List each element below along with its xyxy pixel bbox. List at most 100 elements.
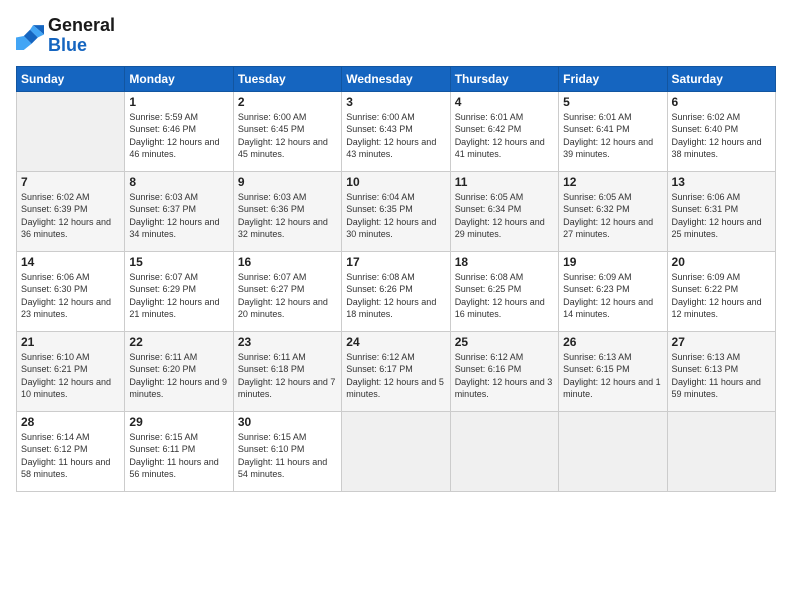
calendar-cell: 26Sunrise: 6:13 AM Sunset: 6:15 PM Dayli… xyxy=(559,331,667,411)
cell-info: Sunrise: 6:15 AM Sunset: 6:11 PM Dayligh… xyxy=(129,431,228,481)
cell-info: Sunrise: 6:03 AM Sunset: 6:37 PM Dayligh… xyxy=(129,191,228,241)
cell-info: Sunrise: 5:59 AM Sunset: 6:46 PM Dayligh… xyxy=(129,111,228,161)
logo: General Blue xyxy=(16,16,115,56)
calendar-cell xyxy=(450,411,558,491)
cell-info: Sunrise: 6:11 AM Sunset: 6:18 PM Dayligh… xyxy=(238,351,337,401)
day-number: 4 xyxy=(455,95,554,109)
calendar-table: SundayMondayTuesdayWednesdayThursdayFrid… xyxy=(16,66,776,492)
weekday-saturday: Saturday xyxy=(667,66,775,91)
cell-info: Sunrise: 6:15 AM Sunset: 6:10 PM Dayligh… xyxy=(238,431,337,481)
day-number: 16 xyxy=(238,255,337,269)
calendar-cell: 30 Sunrise: 6:15 AM Sunset: 6:10 PM Dayli… xyxy=(233,411,341,491)
calendar-cell: 5 Sunrise: 6:01 AM Sunset: 6:41 PM Daylig… xyxy=(559,91,667,171)
weekday-sunday: Sunday xyxy=(17,66,125,91)
day-number: 29 xyxy=(129,415,228,429)
calendar-week-2: 7 Sunrise: 6:02 AM Sunset: 6:39 PM Daylig… xyxy=(17,171,776,251)
cell-info: Sunrise: 6:07 AM Sunset: 6:29 PM Dayligh… xyxy=(129,271,228,321)
day-number: 12 xyxy=(563,175,662,189)
cell-info: Sunrise: 6:10 AM Sunset: 6:21 PM Dayligh… xyxy=(21,351,120,401)
calendar-cell: 24Sunrise: 6:12 AM Sunset: 6:17 PM Dayli… xyxy=(342,331,450,411)
calendar-cell: 13 Sunrise: 6:06 AM Sunset: 6:31 PM Dayli… xyxy=(667,171,775,251)
cell-info: Sunrise: 6:02 AM Sunset: 6:40 PM Dayligh… xyxy=(672,111,771,161)
calendar-week-3: 14 Sunrise: 6:06 AM Sunset: 6:30 PM Dayli… xyxy=(17,251,776,331)
calendar-cell xyxy=(342,411,450,491)
day-number: 1 xyxy=(129,95,228,109)
calendar-cell: 22Sunrise: 6:11 AM Sunset: 6:20 PM Dayli… xyxy=(125,331,233,411)
calendar-cell: 14 Sunrise: 6:06 AM Sunset: 6:30 PM Dayli… xyxy=(17,251,125,331)
day-number: 13 xyxy=(672,175,771,189)
calendar-cell: 9 Sunrise: 6:03 AM Sunset: 6:36 PM Daylig… xyxy=(233,171,341,251)
day-number: 28 xyxy=(21,415,120,429)
calendar-cell: 12 Sunrise: 6:05 AM Sunset: 6:32 PM Dayli… xyxy=(559,171,667,251)
calendar-cell: 29 Sunrise: 6:15 AM Sunset: 6:11 PM Dayli… xyxy=(125,411,233,491)
calendar-cell: 15 Sunrise: 6:07 AM Sunset: 6:29 PM Dayli… xyxy=(125,251,233,331)
calendar-cell: 17Sunrise: 6:08 AM Sunset: 6:26 PM Dayli… xyxy=(342,251,450,331)
cell-info: Sunrise: 6:06 AM Sunset: 6:30 PM Dayligh… xyxy=(21,271,120,321)
logo-icon xyxy=(16,22,44,50)
calendar-cell: 1 Sunrise: 5:59 AM Sunset: 6:46 PM Daylig… xyxy=(125,91,233,171)
calendar-body: 1 Sunrise: 5:59 AM Sunset: 6:46 PM Daylig… xyxy=(17,91,776,491)
day-number: 25 xyxy=(455,335,554,349)
day-number: 9 xyxy=(238,175,337,189)
cell-info: Sunrise: 6:09 AM Sunset: 6:22 PM Dayligh… xyxy=(672,271,771,321)
cell-info: Sunrise: 6:05 AM Sunset: 6:32 PM Dayligh… xyxy=(563,191,662,241)
cell-info: Sunrise: 6:00 AM Sunset: 6:43 PM Dayligh… xyxy=(346,111,445,161)
cell-info: Sunrise: 6:00 AM Sunset: 6:45 PM Dayligh… xyxy=(238,111,337,161)
page-header: General Blue xyxy=(16,16,776,56)
cell-info: Sunrise: 6:13 AM Sunset: 6:15 PM Dayligh… xyxy=(563,351,662,401)
weekday-wednesday: Wednesday xyxy=(342,66,450,91)
weekday-thursday: Thursday xyxy=(450,66,558,91)
day-number: 14 xyxy=(21,255,120,269)
calendar-cell: 25 Sunrise: 6:12 AM Sunset: 6:16 PM Dayli… xyxy=(450,331,558,411)
day-number: 11 xyxy=(455,175,554,189)
calendar-cell: 21 Sunrise: 6:10 AM Sunset: 6:21 PM Dayli… xyxy=(17,331,125,411)
day-number: 21 xyxy=(21,335,120,349)
logo-text: General Blue xyxy=(48,16,115,56)
day-number: 10 xyxy=(346,175,445,189)
calendar-cell: 16 Sunrise: 6:07 AM Sunset: 6:27 PM Dayli… xyxy=(233,251,341,331)
day-number: 18 xyxy=(455,255,554,269)
calendar-cell: 7 Sunrise: 6:02 AM Sunset: 6:39 PM Daylig… xyxy=(17,171,125,251)
calendar-week-4: 21 Sunrise: 6:10 AM Sunset: 6:21 PM Dayli… xyxy=(17,331,776,411)
day-number: 8 xyxy=(129,175,228,189)
cell-info: Sunrise: 6:14 AM Sunset: 6:12 PM Dayligh… xyxy=(21,431,120,481)
cell-info: Sunrise: 6:05 AM Sunset: 6:34 PM Dayligh… xyxy=(455,191,554,241)
cell-info: Sunrise: 6:08 AM Sunset: 6:26 PM Dayligh… xyxy=(346,271,445,321)
day-number: 3 xyxy=(346,95,445,109)
calendar-cell: 23 Sunrise: 6:11 AM Sunset: 6:18 PM Dayli… xyxy=(233,331,341,411)
day-number: 20 xyxy=(672,255,771,269)
cell-info: Sunrise: 6:04 AM Sunset: 6:35 PM Dayligh… xyxy=(346,191,445,241)
calendar-cell: 3 Sunrise: 6:00 AM Sunset: 6:43 PM Daylig… xyxy=(342,91,450,171)
day-number: 7 xyxy=(21,175,120,189)
day-number: 27 xyxy=(672,335,771,349)
calendar-cell: 11 Sunrise: 6:05 AM Sunset: 6:34 PM Dayli… xyxy=(450,171,558,251)
day-number: 19 xyxy=(563,255,662,269)
day-number: 23 xyxy=(238,335,337,349)
cell-info: Sunrise: 6:13 AM Sunset: 6:13 PM Dayligh… xyxy=(672,351,771,401)
calendar-cell: 6 Sunrise: 6:02 AM Sunset: 6:40 PM Daylig… xyxy=(667,91,775,171)
calendar-cell: 10 Sunrise: 6:04 AM Sunset: 6:35 PM Dayli… xyxy=(342,171,450,251)
calendar-cell xyxy=(17,91,125,171)
calendar-cell: 8 Sunrise: 6:03 AM Sunset: 6:37 PM Daylig… xyxy=(125,171,233,251)
cell-info: Sunrise: 6:06 AM Sunset: 6:31 PM Dayligh… xyxy=(672,191,771,241)
cell-info: Sunrise: 6:07 AM Sunset: 6:27 PM Dayligh… xyxy=(238,271,337,321)
calendar-cell: 2Sunrise: 6:00 AM Sunset: 6:45 PM Daylig… xyxy=(233,91,341,171)
weekday-friday: Friday xyxy=(559,66,667,91)
cell-info: Sunrise: 6:01 AM Sunset: 6:42 PM Dayligh… xyxy=(455,111,554,161)
cell-info: Sunrise: 6:12 AM Sunset: 6:16 PM Dayligh… xyxy=(455,351,554,401)
cell-info: Sunrise: 6:08 AM Sunset: 6:25 PM Dayligh… xyxy=(455,271,554,321)
calendar-cell: 20 Sunrise: 6:09 AM Sunset: 6:22 PM Dayli… xyxy=(667,251,775,331)
calendar-cell: 28 Sunrise: 6:14 AM Sunset: 6:12 PM Dayli… xyxy=(17,411,125,491)
calendar-cell xyxy=(667,411,775,491)
calendar-week-5: 28 Sunrise: 6:14 AM Sunset: 6:12 PM Dayli… xyxy=(17,411,776,491)
calendar-cell: 18 Sunrise: 6:08 AM Sunset: 6:25 PM Dayli… xyxy=(450,251,558,331)
day-number: 5 xyxy=(563,95,662,109)
cell-info: Sunrise: 6:02 AM Sunset: 6:39 PM Dayligh… xyxy=(21,191,120,241)
day-number: 15 xyxy=(129,255,228,269)
cell-info: Sunrise: 6:01 AM Sunset: 6:41 PM Dayligh… xyxy=(563,111,662,161)
day-number: 6 xyxy=(672,95,771,109)
calendar-cell: 27 Sunrise: 6:13 AM Sunset: 6:13 PM Dayli… xyxy=(667,331,775,411)
day-number: 30 xyxy=(238,415,337,429)
calendar-cell: 4 Sunrise: 6:01 AM Sunset: 6:42 PM Daylig… xyxy=(450,91,558,171)
cell-info: Sunrise: 6:03 AM Sunset: 6:36 PM Dayligh… xyxy=(238,191,337,241)
